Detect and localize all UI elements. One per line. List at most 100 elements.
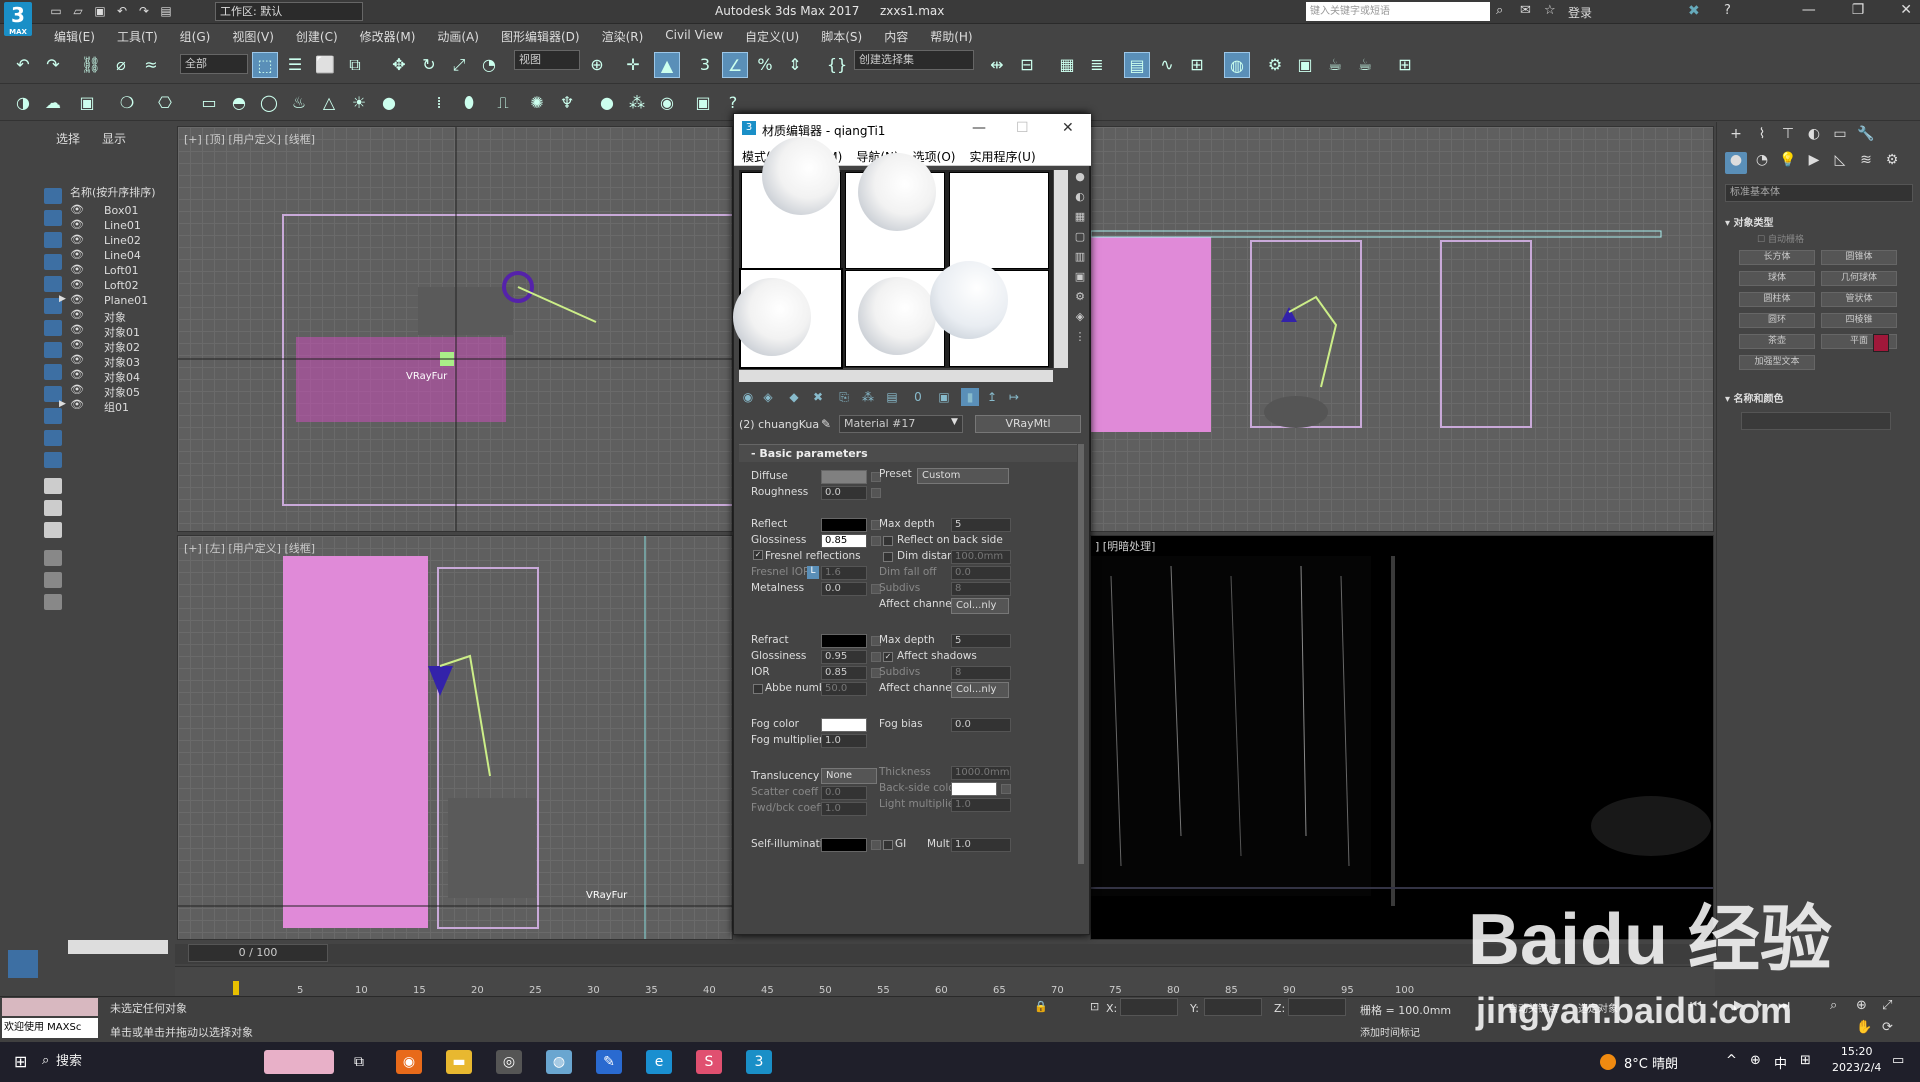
teapot-button[interactable]: 茶壶 <box>1739 334 1815 349</box>
3dsmax-taskbar-icon[interactable]: 3 <box>746 1050 772 1074</box>
vray-frame-buffer-icon[interactable]: ◑ <box>10 90 36 116</box>
save-icon[interactable]: ▣ <box>92 3 108 19</box>
autogrid-checkbox[interactable]: ☐ 自动栅格 <box>1757 232 1804 245</box>
backside-color-swatch[interactable] <box>951 782 997 796</box>
menu-civil-view[interactable]: Civil View <box>651 24 731 46</box>
vray-material-icon[interactable]: ◉ <box>654 90 680 116</box>
network-icon[interactable]: ⊕ <box>1750 1053 1761 1068</box>
sample-type-icon[interactable]: ● <box>1072 170 1088 184</box>
maximize-button[interactable]: ☐ <box>1016 120 1029 136</box>
visibility-eye-icon[interactable]: 👁 <box>70 338 84 351</box>
viewport-left[interactable]: [+] [左] [用户定义] [线框] VRayFur <box>177 535 733 940</box>
edit-named-selection-icon[interactable]: {} <box>824 52 850 78</box>
hierarchy-tab-icon[interactable]: ⊤ <box>1777 126 1799 148</box>
go-forward-sibling-icon[interactable]: ↦ <box>1005 388 1023 406</box>
expand-triangle-icon[interactable]: ▶ <box>59 294 66 304</box>
x-coord-field[interactable] <box>1120 998 1178 1016</box>
fog-color-swatch[interactable] <box>821 718 867 732</box>
go-to-parent-icon[interactable]: ↥ <box>983 388 1001 406</box>
fresnel-ior-lock-button[interactable]: L <box>807 566 819 579</box>
firefox-icon[interactable]: ◉ <box>396 1050 422 1074</box>
angle-snap-icon[interactable]: ∠ <box>722 52 748 78</box>
maxscript-listener[interactable] <box>2 998 98 1016</box>
display-invert-icon[interactable] <box>44 500 62 516</box>
chevron-down-icon[interactable]: ▼ <box>951 417 958 427</box>
restore-button[interactable]: ❐ <box>1852 2 1865 18</box>
visibility-eye-icon[interactable]: 👁 <box>70 308 84 321</box>
vray-plane-light-icon[interactable]: ▭ <box>196 90 222 116</box>
reflect-color-swatch[interactable] <box>821 518 867 532</box>
scene-hscrollbar[interactable] <box>68 940 168 954</box>
selection-filter-dropdown[interactable]: 全部 <box>180 54 248 74</box>
reflect-subdivs-spinner[interactable]: 8 <box>951 582 1011 596</box>
pyramid-button[interactable]: 四棱锥 <box>1821 313 1897 328</box>
rectangular-selection-icon[interactable]: ⬜ <box>312 52 338 78</box>
render-setup-icon[interactable]: ⚙ <box>1262 52 1288 78</box>
sample-slot[interactable] <box>930 261 1049 367</box>
absolute-mode-icon[interactable]: ⊡ <box>1090 1000 1099 1013</box>
fresnel-checkbox[interactable]: ✓ <box>753 550 763 560</box>
visibility-eye-icon[interactable]: 👁 <box>70 248 84 261</box>
modify-tab-icon[interactable]: ⌇ <box>1751 126 1773 148</box>
redo-icon[interactable]: ↷ <box>40 52 66 78</box>
zoom-icon[interactable]: ⌕ <box>1830 998 1837 1013</box>
rollout-header[interactable]: - Basic parameters <box>739 444 1077 462</box>
project-folder-icon[interactable]: ▤ <box>158 3 174 19</box>
taskbar-clock[interactable]: 15:20 2023/2/4 <box>1832 1044 1881 1076</box>
visibility-eye-icon[interactable]: 👁 <box>70 383 84 396</box>
vray-sky-icon[interactable]: ☁ <box>40 90 66 116</box>
tab-select[interactable]: 选择 <box>56 130 80 147</box>
material-editor-icon[interactable]: ◍ <box>1224 52 1250 78</box>
reflect-affect-channels-dropdown[interactable]: Col...nly <box>951 598 1009 614</box>
vray-camera-icon[interactable]: ⎔ <box>152 90 178 116</box>
slots-hscrollbar[interactable] <box>739 370 1053 382</box>
metalness-spinner[interactable]: 0.0 <box>821 582 867 596</box>
minimize-button[interactable]: — <box>1802 2 1816 18</box>
show-end-result-icon[interactable]: ▮ <box>961 388 979 406</box>
list-item[interactable]: ▶ 👁 组01 <box>24 397 154 415</box>
refract-subdivs-spinner[interactable]: 8 <box>951 666 1011 680</box>
visibility-eye-icon[interactable]: 👁 <box>70 368 84 381</box>
light-multiplier-spinner[interactable]: 1.0 <box>951 798 1011 812</box>
schematic-view-icon[interactable]: ⊞ <box>1184 52 1210 78</box>
helpers-icon[interactable]: ◺ <box>1829 152 1851 174</box>
lock-selection-icon[interactable]: 🔒 <box>1034 1000 1048 1013</box>
visibility-eye-icon[interactable]: 👁 <box>70 263 84 276</box>
filter-hidden-icon[interactable] <box>44 430 62 446</box>
reference-coordinate-dropdown[interactable]: 视图 <box>514 50 580 70</box>
vray-light-lister-icon[interactable]: ❍ <box>114 90 140 116</box>
visibility-eye-icon[interactable]: 👁 <box>70 353 84 366</box>
vray-toolbar-icon[interactable]: ⊞ <box>1392 52 1418 78</box>
gi-checkbox[interactable] <box>883 840 893 850</box>
app-icon[interactable]: S <box>696 1050 722 1074</box>
box-button[interactable]: 长方体 <box>1739 250 1815 265</box>
motion-tab-icon[interactable]: ◐ <box>1803 126 1825 148</box>
layer-toggle-icon[interactable] <box>44 594 62 610</box>
input-language[interactable]: 中 <box>1774 1053 1787 1072</box>
show-shaded-icon[interactable]: ▣ <box>935 388 953 406</box>
vray-proxy-icon[interactable]: ⁞ <box>426 90 452 116</box>
sample-slot[interactable] <box>949 172 1049 269</box>
fog-bias-spinner[interactable]: 0.0 <box>951 718 1011 732</box>
sample-slot-selected[interactable] <box>733 268 843 369</box>
paint-icon[interactable]: ✎ <box>596 1050 622 1074</box>
viewport-front[interactable] <box>1090 126 1714 532</box>
visibility-eye-icon[interactable]: 👁 <box>70 203 84 216</box>
filter-funnel-icon[interactable] <box>44 550 62 566</box>
display-none-icon[interactable] <box>44 478 62 494</box>
help-icon[interactable]: ? <box>1724 3 1731 18</box>
viewport-label[interactable]: [+] [左] [用户定义] [线框] <box>184 540 315 556</box>
cylinder-button[interactable]: 圆柱体 <box>1739 292 1815 307</box>
dim-distance-spinner[interactable]: 100.0mm <box>951 550 1011 564</box>
menu-edit[interactable]: 编辑(E) <box>40 24 103 46</box>
viewport-layout-icon[interactable] <box>8 950 38 978</box>
refract-color-swatch[interactable] <box>821 634 867 648</box>
show-hidden-icons-icon[interactable]: ^ <box>1726 1053 1737 1068</box>
y-coord-field[interactable] <box>1204 998 1262 1016</box>
rendered-frame-window-icon[interactable]: ▣ <box>1292 52 1318 78</box>
menu-tools[interactable]: 工具(T) <box>103 24 166 46</box>
refract-glossiness-map-button[interactable] <box>871 652 881 662</box>
z-coord-field[interactable] <box>1288 998 1346 1016</box>
vray-grass-icon[interactable]: ♆ <box>554 90 580 116</box>
cameras-icon[interactable]: ▶ <box>1803 152 1825 174</box>
